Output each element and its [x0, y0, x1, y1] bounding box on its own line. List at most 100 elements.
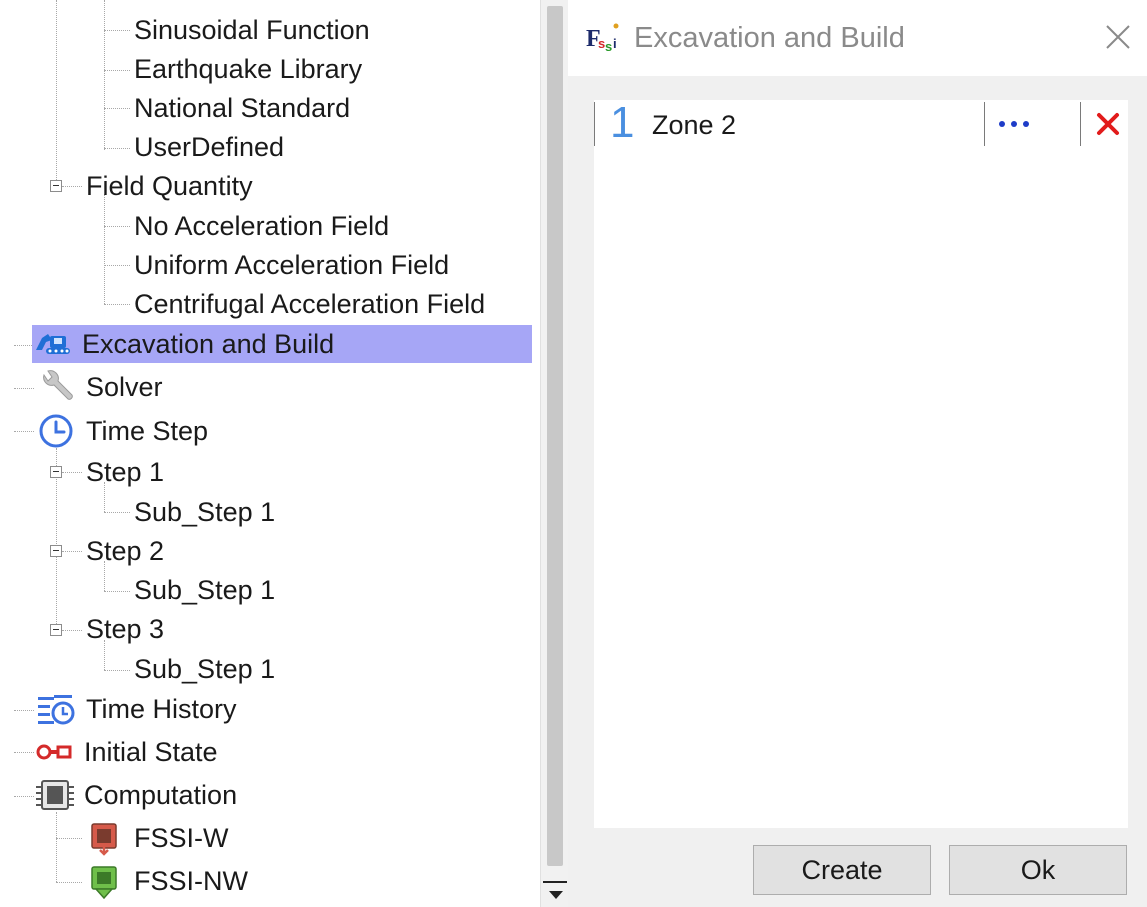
- tree-item-step-3[interactable]: Step 3: [86, 610, 164, 648]
- collapse-toggle[interactable]: [50, 545, 62, 557]
- tree-connector: [62, 186, 82, 187]
- app-root: Sinusoidal Function Earthquake Library N…: [0, 0, 1147, 907]
- tree-item-label: Step 1: [86, 457, 165, 487]
- tree-item-step-1[interactable]: Step 1: [86, 453, 164, 491]
- clock-icon: [36, 414, 76, 448]
- collapse-toggle[interactable]: [50, 624, 62, 636]
- ok-button[interactable]: Ok: [949, 845, 1127, 895]
- tree-connector: [104, 0, 105, 150]
- collapse-toggle[interactable]: [50, 180, 62, 192]
- tree-connector: [14, 345, 34, 346]
- tree-item-label: National Standard: [134, 93, 351, 123]
- tree-connector: [14, 710, 34, 711]
- chip-icon: [34, 778, 74, 812]
- tree-connector: [104, 670, 130, 671]
- excavator-icon: [32, 327, 72, 361]
- tree-connector: [104, 226, 130, 227]
- scrollbar-track-end: [543, 881, 567, 883]
- wrench-icon: [36, 370, 76, 404]
- tree-item-userdefined[interactable]: UserDefined: [134, 128, 284, 166]
- tree-connector: [104, 304, 130, 305]
- tree-connector: [14, 796, 34, 797]
- tree-item-label: Solver: [86, 372, 163, 402]
- tree-item-no-acceleration-field[interactable]: No Acceleration Field: [134, 207, 389, 245]
- tree-item-centrifugal-acceleration-field[interactable]: Centrifugal Acceleration Field: [134, 285, 485, 323]
- tree-item-uniform-acceleration-field[interactable]: Uniform Acceleration Field: [134, 246, 449, 284]
- tree-item-fssi-nw[interactable]: FSSI-NW: [84, 862, 248, 900]
- tree-item-sub-step-1[interactable]: Sub_Step 1: [134, 493, 275, 531]
- tree-item-label: Centrifugal Acceleration Field: [134, 289, 486, 319]
- tree-item-sub-step-1[interactable]: Sub_Step 1: [134, 571, 275, 609]
- zone-row[interactable]: 1 Zone 2: [594, 98, 1128, 150]
- tree-item-sub-step-1[interactable]: Sub_Step 1: [134, 650, 275, 688]
- delete-icon[interactable]: [1090, 106, 1126, 142]
- tree-connector: [104, 148, 130, 149]
- tree-item-label: Step 2: [86, 536, 165, 566]
- tree-item-solver[interactable]: Solver: [36, 368, 163, 406]
- scroll-down-icon[interactable]: [549, 891, 563, 899]
- create-button[interactable]: Create: [753, 845, 931, 895]
- tree-item-earthquake-library[interactable]: Earthquake Library: [134, 50, 362, 88]
- tree-scrollbar[interactable]: [540, 0, 569, 907]
- column-divider: [984, 102, 985, 146]
- svg-text:s: s: [605, 39, 612, 54]
- tree-connector: [62, 472, 82, 473]
- more-options-icon[interactable]: [990, 104, 1038, 144]
- dialog-titlebar[interactable]: F s s i Excavation and Build: [568, 0, 1147, 76]
- tree-item-step-2[interactable]: Step 2: [86, 532, 164, 570]
- tree-item-initial-state[interactable]: Initial State: [34, 733, 218, 771]
- tree-item-time-step[interactable]: Time Step: [36, 412, 208, 450]
- tree-connector: [62, 630, 82, 631]
- tree-connector: [104, 591, 130, 592]
- tree-connector: [104, 265, 130, 266]
- tree-item-label: Sinusoidal Function: [134, 15, 370, 45]
- excavation-dialog: F s s i Excavation and Build 1 Zone 2 Cr…: [568, 0, 1147, 907]
- tree-connector: [104, 512, 130, 513]
- fssi-w-icon: [84, 821, 124, 856]
- collapse-toggle[interactable]: [50, 466, 62, 478]
- fssi-logo-icon: F s s i: [586, 20, 622, 56]
- tree-item-label: Time Step: [86, 416, 209, 446]
- tree-item-label: Field Quantity: [86, 171, 253, 201]
- fssi-nw-icon: [84, 864, 124, 899]
- project-tree[interactable]: Sinusoidal Function Earthquake Library N…: [0, 0, 540, 907]
- tree-connector: [14, 388, 34, 389]
- tree-item-label: Step 3: [86, 614, 165, 644]
- zone-list[interactable]: 1 Zone 2: [594, 98, 1128, 828]
- tree-item-label: Sub_Step 1: [134, 575, 276, 605]
- tree-item-computation[interactable]: Computation: [34, 776, 237, 814]
- column-divider: [1080, 102, 1081, 146]
- tree-item-fssi-w[interactable]: FSSI-W: [84, 819, 229, 857]
- tree-connector: [56, 0, 57, 180]
- tree-connector: [14, 431, 34, 432]
- tree-connector: [56, 838, 82, 839]
- tree-item-label: FSSI-NW: [134, 866, 248, 896]
- tree-item-label: UserDefined: [134, 132, 285, 162]
- close-icon[interactable]: [1103, 22, 1133, 52]
- tree-item-label: Sub_Step 1: [134, 497, 276, 527]
- tree-item-label: Earthquake Library: [134, 54, 363, 84]
- tree-item-excavation-and-build[interactable]: Excavation and Build: [32, 325, 532, 363]
- tree-connector: [104, 70, 130, 71]
- tree-connector: [14, 752, 34, 753]
- tree-connector: [104, 108, 130, 109]
- tree-item-label: Excavation and Build: [82, 329, 335, 359]
- tree-connector: [104, 30, 130, 31]
- tree-item-sinusoidal-function[interactable]: Sinusoidal Function: [134, 11, 370, 49]
- initial-state-icon: [34, 735, 74, 769]
- zone-index: 1: [610, 98, 635, 147]
- time-history-icon: [36, 692, 76, 726]
- tree-item-label: Uniform Acceleration Field: [134, 250, 450, 280]
- tree-connector: [56, 812, 57, 882]
- tree-item-national-standard[interactable]: National Standard: [134, 89, 350, 127]
- tree-item-label: Computation: [84, 780, 238, 810]
- tree-item-label: Time History: [86, 694, 237, 724]
- tree-item-label: No Acceleration Field: [134, 211, 390, 241]
- svg-text:i: i: [613, 36, 617, 51]
- tree-connector: [62, 551, 82, 552]
- scrollbar-thumb[interactable]: [547, 6, 563, 866]
- tree-item-time-history[interactable]: Time History: [36, 690, 237, 728]
- tree-item-label: FSSI-W: [134, 823, 229, 853]
- tree-item-field-quantity[interactable]: Field Quantity: [86, 167, 253, 205]
- tree-item-label: Initial State: [84, 737, 218, 767]
